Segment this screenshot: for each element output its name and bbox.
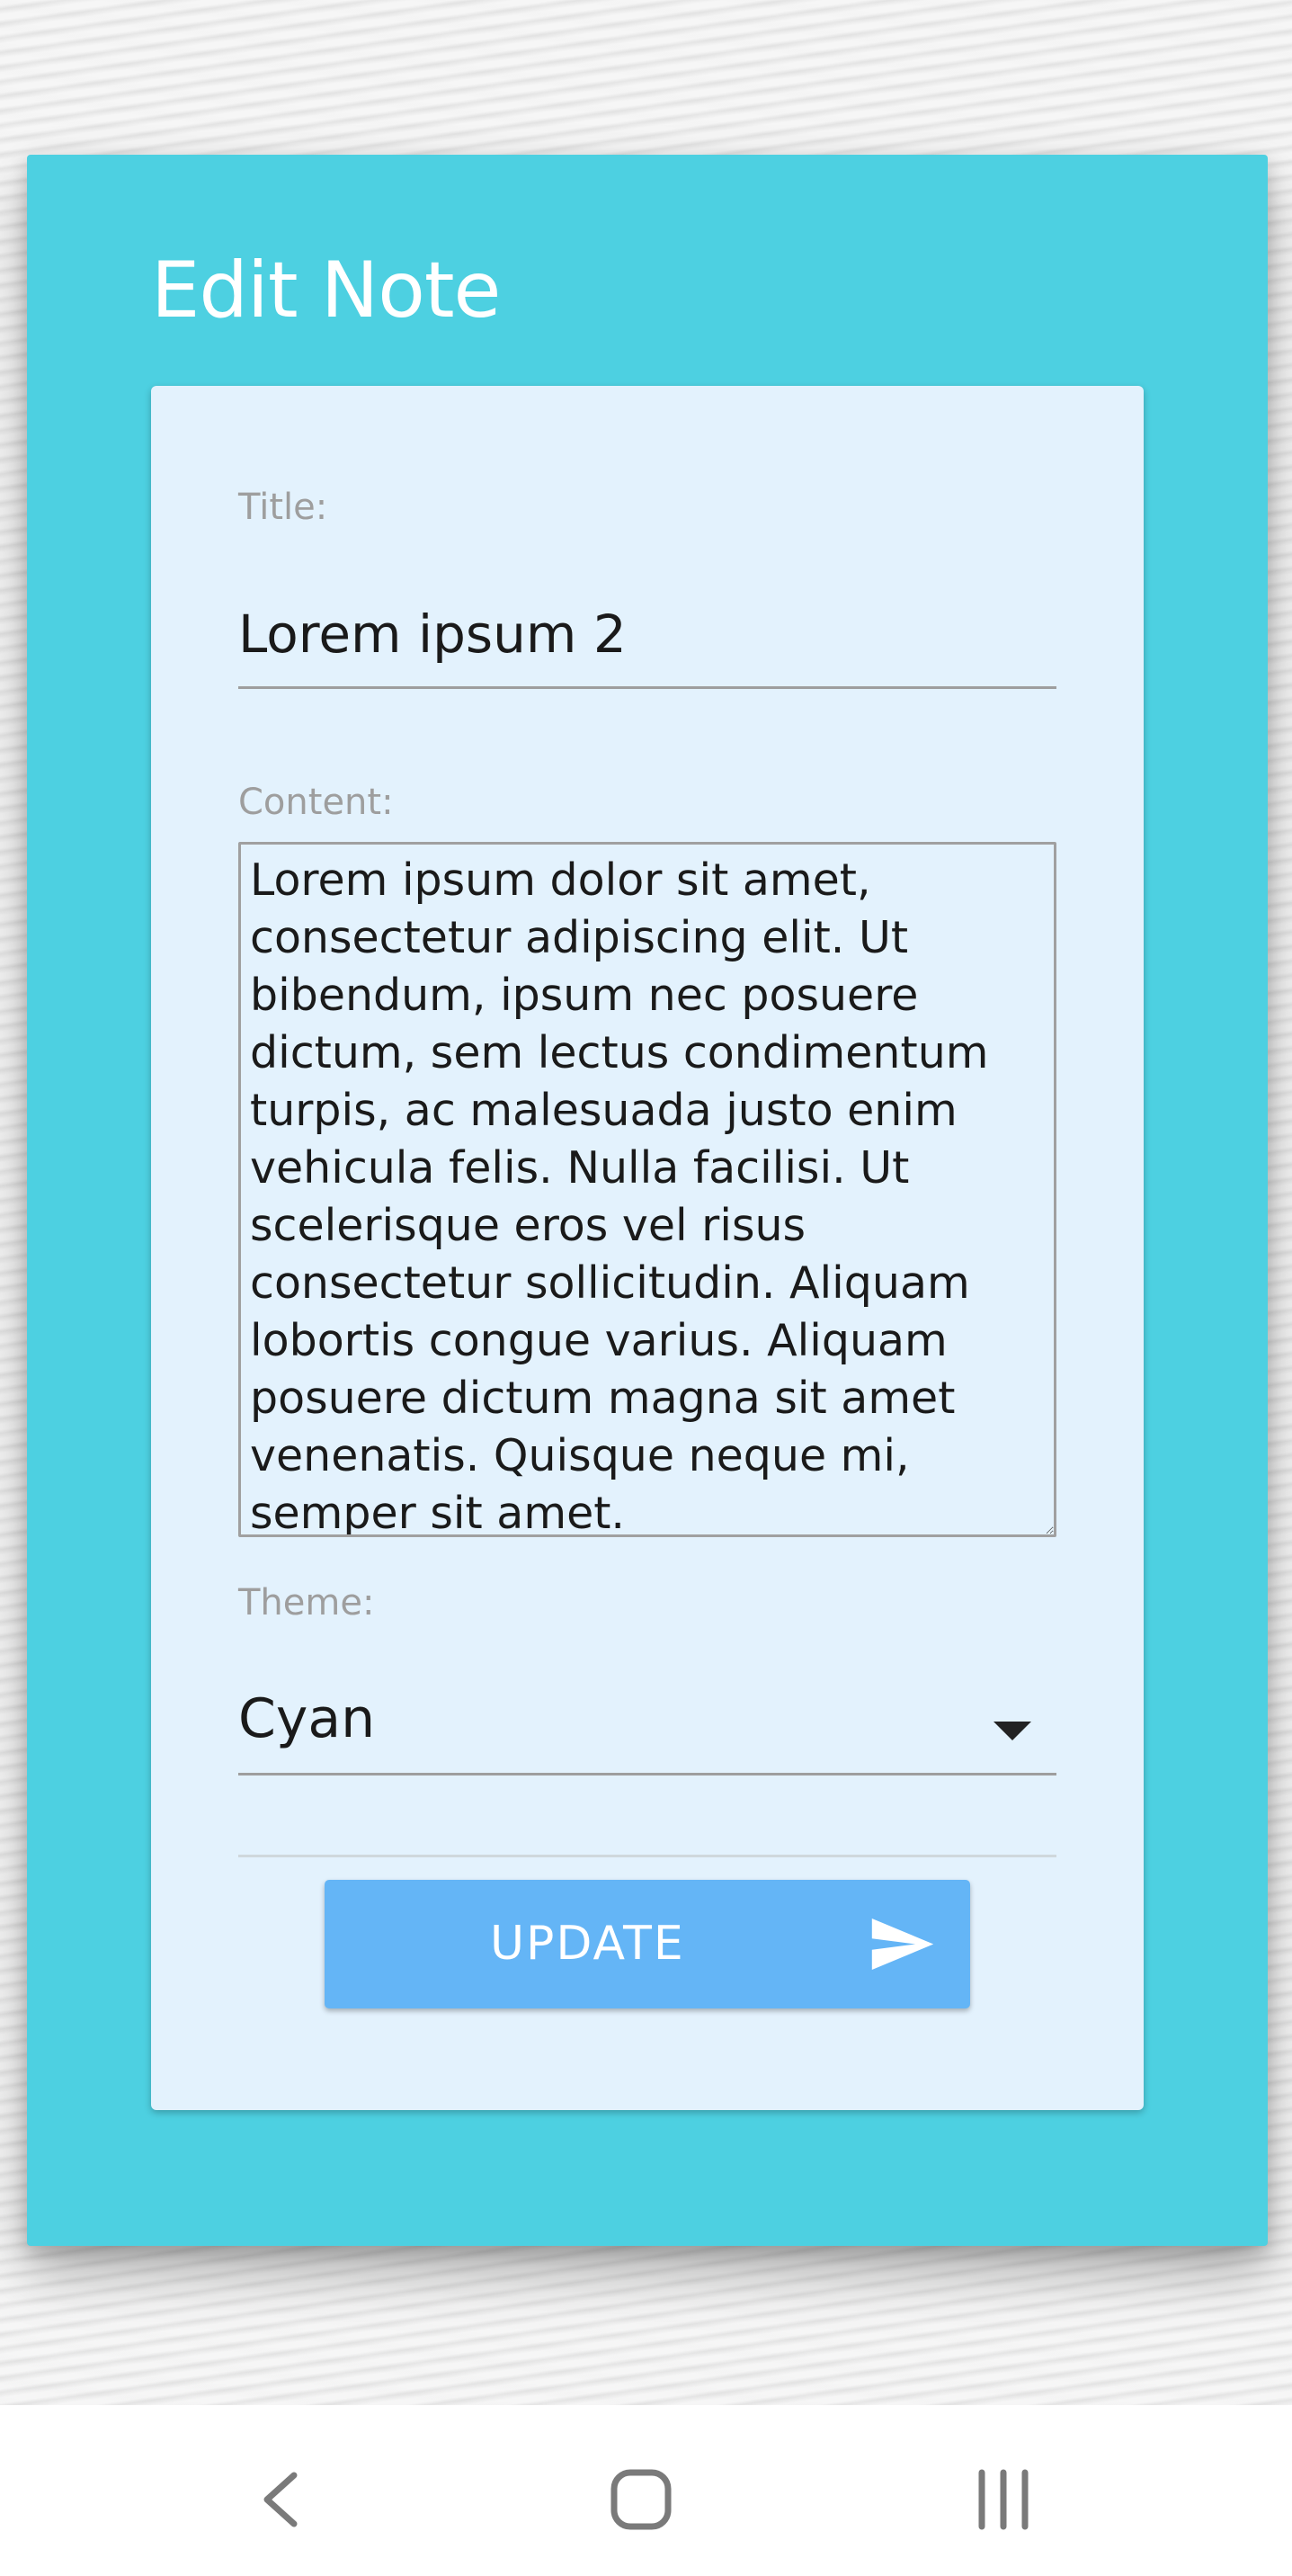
- theme-selected-value: Cyan: [238, 1687, 376, 1750]
- title-label: Title:: [238, 487, 328, 528]
- back-icon: [263, 2472, 298, 2527]
- theme-select[interactable]: Cyan: [238, 1650, 1056, 1775]
- nav-home-button[interactable]: [592, 2450, 691, 2549]
- chevron-down-icon: [994, 1722, 1031, 1740]
- theme-label: Theme:: [238, 1582, 375, 1623]
- title-input[interactable]: [238, 581, 1056, 689]
- content-textarea[interactable]: Lorem ipsum dolor sit amet, consectetur …: [238, 842, 1056, 1537]
- content-label: Content:: [238, 782, 394, 823]
- update-button[interactable]: UPDATE: [325, 1880, 970, 2008]
- form-divider: [238, 1855, 1056, 1857]
- recents-icon: [978, 2469, 1029, 2530]
- system-navigation-bar: [0, 2405, 1292, 2576]
- nav-back-button[interactable]: [231, 2450, 330, 2549]
- edit-note-panel: Edit Note Title: Content: Lorem ipsum do…: [27, 155, 1268, 2246]
- home-icon: [610, 2469, 672, 2530]
- page-title: Edit Note: [151, 246, 501, 335]
- send-icon: [871, 1919, 934, 1970]
- nav-recents-button[interactable]: [954, 2450, 1053, 2549]
- update-button-label: UPDATE: [490, 1917, 685, 1971]
- note-form-card: Title: Content: Lorem ipsum dolor sit am…: [151, 386, 1144, 2110]
